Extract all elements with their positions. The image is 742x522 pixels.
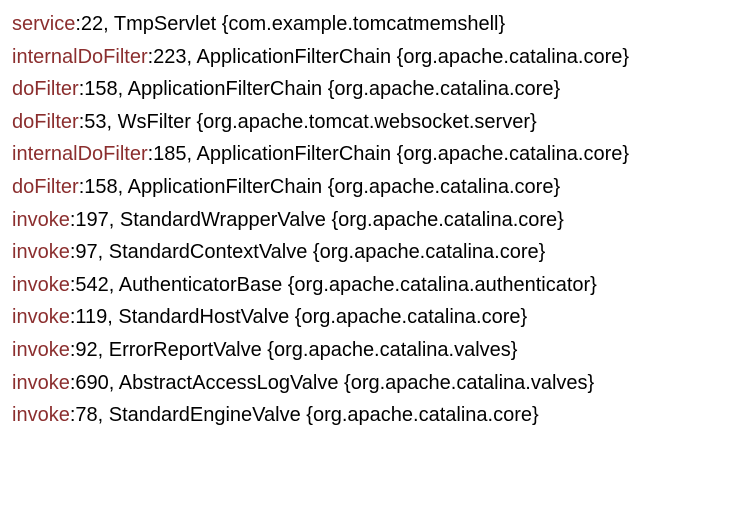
frame-detail: :185, ApplicationFilterChain {org.apache… (148, 143, 629, 165)
method-name: internalDoFilter (12, 46, 148, 68)
method-name: doFilter (12, 111, 79, 133)
stack-frame: service:22, TmpServlet {com.example.tomc… (12, 8, 730, 41)
stack-frame: invoke:197, StandardWrapperValve {org.ap… (12, 204, 730, 237)
stack-frame: doFilter:158, ApplicationFilterChain {or… (12, 73, 730, 106)
method-name: invoke (12, 339, 70, 361)
frame-detail: :158, ApplicationFilterChain {org.apache… (79, 78, 560, 100)
stack-frame: invoke:97, StandardContextValve {org.apa… (12, 236, 730, 269)
frame-detail: :223, ApplicationFilterChain {org.apache… (148, 46, 629, 68)
method-name: invoke (12, 404, 70, 426)
method-name: invoke (12, 209, 70, 231)
frame-detail: :119, StandardHostValve {org.apache.cata… (70, 306, 527, 328)
frame-detail: :542, AuthenticatorBase {org.apache.cata… (70, 274, 597, 296)
method-name: invoke (12, 241, 70, 263)
stack-frame: doFilter:53, WsFilter {org.apache.tomcat… (12, 106, 730, 139)
stack-frame: internalDoFilter:185, ApplicationFilterC… (12, 138, 730, 171)
frame-detail: :197, StandardWrapperValve {org.apache.c… (70, 209, 564, 231)
method-name: service (12, 13, 75, 35)
stack-frame: invoke:78, StandardEngineValve {org.apac… (12, 399, 730, 432)
frame-detail: :158, ApplicationFilterChain {org.apache… (79, 176, 560, 198)
stack-frame: doFilter:158, ApplicationFilterChain {or… (12, 171, 730, 204)
frame-detail: :22, TmpServlet {com.example.tomcatmemsh… (75, 13, 505, 35)
method-name: invoke (12, 372, 70, 394)
method-name: invoke (12, 306, 70, 328)
stack-frame: invoke:92, ErrorReportValve {org.apache.… (12, 334, 730, 367)
stack-frame: invoke:119, StandardHostValve {org.apach… (12, 301, 730, 334)
frame-detail: :92, ErrorReportValve {org.apache.catali… (70, 339, 518, 361)
method-name: invoke (12, 274, 70, 296)
frame-detail: :78, StandardEngineValve {org.apache.cat… (70, 404, 539, 426)
frame-detail: :53, WsFilter {org.apache.tomcat.websock… (79, 111, 537, 133)
method-name: internalDoFilter (12, 143, 148, 165)
stack-frame: internalDoFilter:223, ApplicationFilterC… (12, 41, 730, 74)
stack-frame: invoke:542, AuthenticatorBase {org.apach… (12, 269, 730, 302)
method-name: doFilter (12, 176, 79, 198)
method-name: doFilter (12, 78, 79, 100)
stack-frame: invoke:690, AbstractAccessLogValve {org.… (12, 367, 730, 400)
frame-detail: :97, StandardContextValve {org.apache.ca… (70, 241, 546, 263)
frame-detail: :690, AbstractAccessLogValve {org.apache… (70, 372, 594, 394)
